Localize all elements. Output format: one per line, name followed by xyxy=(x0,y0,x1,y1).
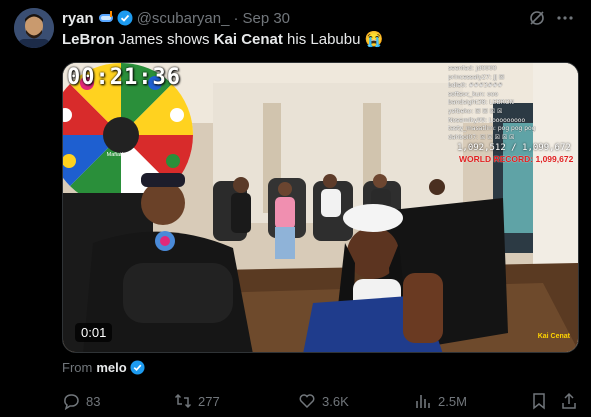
crying-emoji: 😭 xyxy=(364,31,384,48)
source-account[interactable]: melo xyxy=(96,360,126,375)
stream-watermark: Kai Cenat xyxy=(537,333,570,340)
more-icon[interactable] xyxy=(555,8,575,28)
text-plain-2: his Labubu xyxy=(282,31,365,48)
reply-count: 83 xyxy=(86,393,101,409)
verified-badge-icon xyxy=(117,10,133,26)
verified-badge-icon xyxy=(130,360,145,375)
chat-line: dahboi07: ☒ ☒ ☒ ☒ ☒ xyxy=(448,133,515,141)
tweet-actions: 83 277 3.6K 2.5M xyxy=(62,390,579,412)
video-duration: 0:01 xyxy=(75,323,113,342)
tweet-header: ryan @scubaryan_ · Sep 30 xyxy=(62,8,575,28)
share-button[interactable] xyxy=(560,390,578,412)
chat-line: Nosamiky99: Looooooooo xyxy=(448,116,526,124)
grok-icon[interactable] xyxy=(527,8,547,28)
tweet-date[interactable]: Sep 30 xyxy=(242,10,290,27)
bookmark-button[interactable] xyxy=(530,390,548,412)
tweet-text: LeBron James shows Kai Cenat his Labubu … xyxy=(62,30,383,50)
author-avatar[interactable] xyxy=(14,8,54,48)
text-bold-kai-cenat: Kai Cenat xyxy=(213,31,283,48)
text-bold-lebron: LeBron xyxy=(62,31,115,48)
repost-button[interactable]: 277 xyxy=(174,390,220,412)
chat-line: bdie0: ###3### xyxy=(448,82,503,90)
source-prefix: From xyxy=(62,360,93,375)
chat-line: ysfbeko: ☒ ☒ ☒ ☒ xyxy=(448,107,503,115)
stream-timer: 00:21:36 xyxy=(67,65,181,90)
scuba-mask-icon xyxy=(98,11,114,25)
world-record-label: WORLD RECORD: 1,099,672 xyxy=(459,154,574,164)
views-icon xyxy=(416,395,430,408)
like-count: 3.6K xyxy=(322,393,349,409)
chat-line: bandsight38: LEBRON xyxy=(448,99,515,107)
reply-icon xyxy=(64,394,79,410)
wheel-label: Mafiathon 3 xyxy=(107,152,136,158)
like-button[interactable]: 3.6K xyxy=(298,390,349,412)
views-count: 2.5M xyxy=(438,393,467,409)
views-button[interactable]: 2.5M xyxy=(414,390,467,412)
repost-icon xyxy=(174,393,192,409)
bookmark-icon xyxy=(533,393,545,410)
separator-dot: · xyxy=(233,9,239,27)
stream-chat: seenfad: jd0000 princessaly27: JJ ☒ bdie… xyxy=(448,65,558,142)
chat-line: princessaly27: JJ ☒ xyxy=(448,73,505,81)
text-plain-1: James shows xyxy=(114,31,214,48)
chat-line: softsoc_kun: ooo xyxy=(448,90,499,98)
author-handle[interactable]: @scubaryan_ xyxy=(137,10,230,27)
reply-button[interactable]: 83 xyxy=(62,390,100,412)
stream-sub-counter: 1,092,512 / 1,099,672 xyxy=(457,143,571,153)
heart-icon xyxy=(299,394,315,409)
share-icon xyxy=(562,392,576,409)
video-player[interactable]: Mafiathon 3 00:21:36 seenfad: jd0000 pri… xyxy=(62,62,579,353)
chat-line: tasty_masatlim: pog pog pog xyxy=(448,125,536,133)
video-source: From melo xyxy=(62,360,145,375)
chat-line: seenfad: jd0000 xyxy=(448,65,497,72)
repost-count: 277 xyxy=(198,393,220,409)
author-name[interactable]: ryan xyxy=(62,10,94,27)
